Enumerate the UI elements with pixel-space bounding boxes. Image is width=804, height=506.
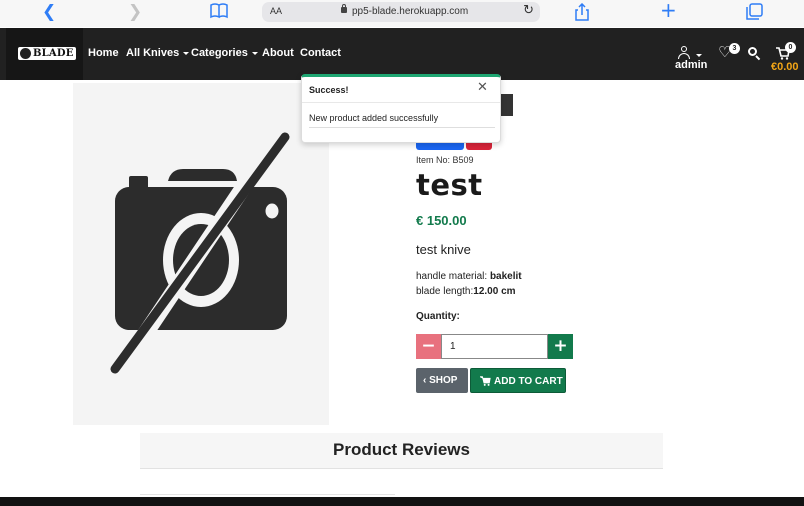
nav-home[interactable]: Home [88,47,119,59]
product-description: test knive [416,242,471,257]
item-number: Item No: B509 [416,155,474,165]
nav-categories[interactable]: Categories [191,47,258,59]
shop-button[interactable]: ‹ SHOP [416,368,468,393]
logo-emblem-icon [20,48,31,59]
edit-product-button[interactable] [416,143,464,150]
account-label[interactable]: admin [675,59,707,71]
nav-all-knives-label: All Knives [126,47,180,59]
reader-settings-button[interactable]: AA [270,6,282,16]
nav-about[interactable]: About [262,47,294,59]
new-tab-icon[interactable]: + [660,0,677,20]
increment-quantity-button[interactable]: + [548,334,573,359]
tabs-icon[interactable] [746,3,763,24]
bottom-edge [0,497,804,506]
site-navbar: BLADE Home All Knives Categories About C… [0,28,804,80]
quantity-input[interactable]: 1 [441,334,548,359]
blade-length-value: 12.00 cm [473,286,516,297]
forward-icon[interactable]: ❯ [128,3,142,21]
product-price: € 150.00 [416,213,467,228]
blade-length-spec: blade length:12.00 cm [416,286,516,297]
page: ❮ ❯ AA pp5-blade.herokuapp.com ↻ + BLADE… [0,0,804,506]
bookmarks-icon[interactable] [210,3,228,23]
quantity-label: Quantity: [416,311,460,322]
nav-all-knives[interactable]: All Knives [126,47,190,59]
product-image [73,83,329,425]
brand-logo: BLADE [18,47,76,60]
cart-icon [479,369,491,396]
handle-material-label: handle material: [416,271,490,282]
chevron-down-icon [183,51,190,55]
back-icon[interactable]: ❮ [42,3,56,21]
add-to-cart-button[interactable]: ADD TO CART [470,368,566,393]
user-head [681,46,687,52]
address-bar[interactable]: AA pp5-blade.herokuapp.com ↻ [262,2,540,22]
browser-toolbar: ❮ ❯ AA pp5-blade.herokuapp.com ↻ + [0,0,804,27]
toast-message: New product added successfully [309,113,439,123]
lock-icon [341,4,347,13]
reload-icon[interactable]: ↻ [523,3,534,18]
admin-action-button[interactable] [500,94,513,116]
chevron-down-icon [251,51,258,55]
nav-categories-label: Categories [191,47,248,59]
search-handle [755,55,761,61]
product-title: test [416,168,483,202]
no-image-camera-icon [110,123,290,381]
chevron-left-icon: ‹ [423,375,427,386]
handle-material-value: bakelit [489,271,522,282]
add-to-cart-label: ADD TO CART [494,376,563,387]
logo-text: BLADE [33,48,74,59]
toast-title: Success! [309,85,349,95]
logo-link[interactable]: BLADE [6,28,83,80]
share-icon[interactable] [574,2,590,25]
decrement-quantity-button[interactable]: − [416,334,441,359]
reviews-divider [140,494,395,495]
reviews-title: Product Reviews [333,440,470,459]
user-icon[interactable] [678,46,690,59]
shop-button-label: SHOP [429,375,458,386]
toast-divider [309,127,495,128]
success-toast: Success! ✕ New product added successfull… [301,74,501,143]
cart-count-badge: 0 [785,42,796,53]
url-text[interactable]: pp5-blade.herokuapp.com [352,6,468,17]
blade-length-label: blade length: [416,286,474,297]
search-icon[interactable] [748,47,761,61]
cart-total[interactable]: €0.00 [771,61,799,73]
toast-header: Success! ✕ [302,77,500,103]
chevron-down-icon [696,54,702,57]
close-icon[interactable]: ✕ [477,81,488,95]
handle-material-spec: handle material: bakelit [416,271,522,282]
delete-product-button[interactable] [466,143,492,150]
wishlist-count-badge: 3 [729,43,740,54]
nav-contact[interactable]: Contact [300,47,341,59]
reviews-header: Product Reviews [140,433,663,469]
